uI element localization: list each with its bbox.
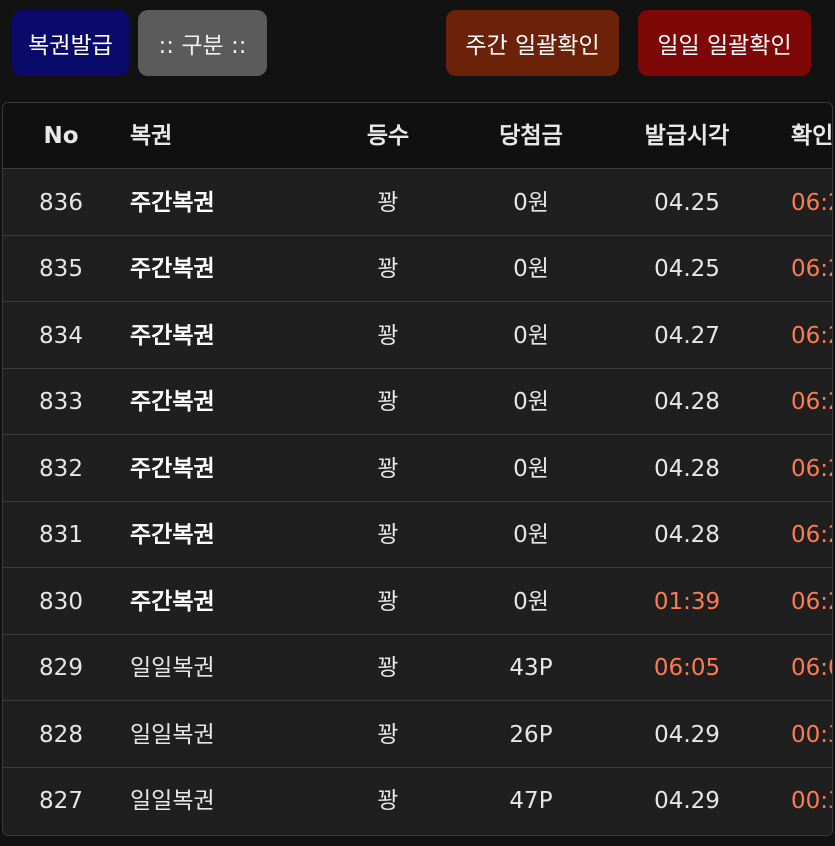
row-no: 836 [39, 189, 83, 216]
row-prize: 0원 [513, 256, 549, 282]
table-row[interactable]: 833 주간복권 꽝 0원 04.28 06:2 [3, 369, 832, 435]
row-no: 827 [39, 788, 83, 814]
row-checked-time: 06:2 [791, 256, 832, 282]
row-no: 833 [39, 389, 83, 415]
row-name: 주간복권 [130, 389, 215, 415]
row-no: 829 [39, 655, 83, 681]
row-rank: 꽝 [377, 455, 399, 482]
row-issued-time: 04.25 [654, 256, 720, 282]
row-prize: 0원 [513, 189, 549, 216]
table-row[interactable]: 836 주간복권 꽝 0원 04.25 06:2 [3, 169, 832, 236]
row-prize: 0원 [513, 522, 549, 548]
row-name: 주간복권 [130, 256, 215, 282]
table-row[interactable]: 829 일일복권 꽝 43P 06:05 06:0 [3, 635, 832, 701]
row-name: 일일복권 [130, 721, 215, 748]
table-row[interactable]: 830 주간복권 꽝 0원 01:39 06:2 [3, 568, 832, 635]
weekly-bulk-check-button[interactable]: 주간 일괄확인 [446, 10, 619, 76]
row-checked-time: 06:2 [791, 588, 832, 615]
row-prize: 47P [509, 788, 553, 814]
row-rank: 꽝 [377, 189, 399, 216]
row-issued-time: 04.28 [654, 389, 720, 415]
row-prize: 0원 [513, 588, 549, 615]
row-name: 일일복권 [130, 788, 215, 814]
row-no: 831 [39, 522, 83, 548]
row-no: 832 [39, 455, 83, 482]
row-issued-time: 04.28 [654, 522, 720, 548]
row-issued-time: 04.29 [654, 721, 720, 748]
row-rank: 꽝 [377, 655, 399, 681]
row-name: 일일복권 [130, 655, 215, 681]
row-rank: 꽝 [377, 389, 399, 415]
row-checked-time: 00:3 [791, 721, 832, 748]
row-issued-time: 04.29 [654, 788, 720, 814]
row-prize: 43P [509, 655, 553, 681]
category-select-button[interactable]: :: 구분 :: [138, 10, 267, 76]
row-rank: 꽝 [377, 522, 399, 548]
row-no: 834 [39, 322, 83, 349]
header-name: 복권 [130, 123, 173, 149]
table-row[interactable]: 835 주간복권 꽝 0원 04.25 06:2 [3, 236, 832, 302]
row-issued-time: 04.27 [654, 322, 720, 349]
row-name: 주간복권 [130, 455, 215, 482]
row-rank: 꽝 [377, 788, 399, 814]
row-rank: 꽝 [377, 322, 399, 349]
row-prize: 0원 [513, 389, 549, 415]
row-issued-time: 04.28 [654, 455, 720, 482]
header-checked-time: 확인시 [791, 123, 833, 149]
row-prize: 0원 [513, 455, 549, 482]
row-checked-time: 06:2 [791, 522, 832, 548]
row-name: 주간복권 [130, 322, 215, 349]
daily-bulk-check-button[interactable]: 일일 일괄확인 [638, 10, 811, 76]
table-row[interactable]: 832 주간복권 꽝 0원 04.28 06:2 [3, 435, 832, 502]
row-checked-time: 06:2 [791, 389, 832, 415]
row-no: 830 [39, 588, 83, 615]
row-name: 주간복권 [130, 588, 215, 615]
row-name: 주간복권 [130, 189, 215, 216]
table-row[interactable]: 834 주간복권 꽝 0원 04.27 06:2 [3, 302, 832, 369]
row-name: 주간복권 [130, 522, 215, 548]
row-no: 828 [39, 721, 83, 748]
row-prize: 26P [509, 721, 553, 748]
table-row[interactable]: 831 주간복권 꽝 0원 04.28 06:2 [3, 502, 832, 568]
row-checked-time: 06:2 [791, 322, 832, 349]
header-issued-time: 발급시각 [644, 123, 730, 149]
row-checked-time: 06:0 [791, 655, 832, 681]
lottery-table: No 복권 등수 당첨금 발급시각 확인시 836 주간복권 꽝 0원 04.2… [2, 102, 833, 836]
row-rank: 꽝 [377, 721, 399, 748]
row-prize: 0원 [513, 322, 549, 349]
row-issued-time: 06:05 [653, 655, 721, 681]
row-rank: 꽝 [377, 588, 399, 615]
header-no: No [43, 123, 79, 149]
table-row[interactable]: 828 일일복권 꽝 26P 04.29 00:3 [3, 701, 832, 768]
issue-lottery-button[interactable]: 복권발급 [12, 10, 129, 76]
row-issued-time: 01:39 [653, 588, 721, 615]
row-rank: 꽝 [377, 256, 399, 282]
toolbar: 복권발급 :: 구분 :: 주간 일괄확인 일일 일괄확인 [0, 0, 835, 90]
header-rank: 등수 [366, 123, 410, 149]
row-no: 835 [39, 256, 83, 282]
row-checked-time: 00:3 [791, 788, 832, 814]
header-prize: 당첨금 [499, 123, 563, 149]
row-checked-time: 06:2 [791, 455, 832, 482]
row-issued-time: 04.25 [654, 189, 720, 216]
table-row[interactable]: 827 일일복권 꽝 47P 04.29 00:3 [3, 768, 832, 834]
row-checked-time: 06:2 [791, 189, 832, 216]
table-header-row: No 복권 등수 당첨금 발급시각 확인시 [3, 103, 832, 169]
